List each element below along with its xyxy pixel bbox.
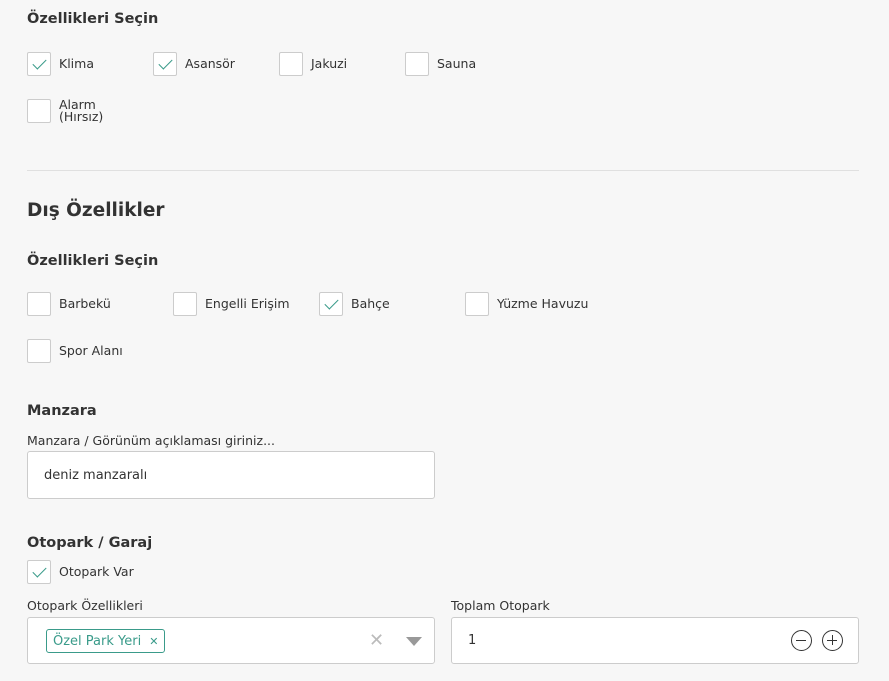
- selected-tag[interactable]: Özel Park Yeri ✕: [46, 629, 166, 653]
- label-line: (Hırsız): [59, 108, 104, 124]
- checkbox-label: Jakuzi: [311, 56, 348, 71]
- checkbox-box[interactable]: [27, 339, 51, 363]
- checkbox-box[interactable]: [279, 52, 303, 76]
- checkbox-yuzme-havuzu[interactable]: Yüzme Havuzu: [465, 292, 588, 316]
- checkbox-jakuzi[interactable]: Jakuzi: [279, 52, 347, 76]
- clear-icon[interactable]: ✕: [369, 631, 384, 651]
- checkbox-alarm[interactable]: Alarm (Hırsız): [27, 98, 103, 124]
- view-field-label: Manzara / Görünüm açıklaması giriniz...: [27, 433, 276, 448]
- view-input-value: deniz manzaralı: [44, 468, 148, 483]
- checkbox-engelli-erisim[interactable]: Engelli Erişim: [173, 292, 290, 316]
- checkbox-label: Spor Alanı: [59, 343, 123, 358]
- tag-label: Özel Park Yeri: [53, 633, 142, 649]
- exterior-title: Dış Özellikler: [27, 200, 165, 221]
- checkbox-box[interactable]: [27, 52, 51, 76]
- checkbox-box[interactable]: [27, 292, 51, 316]
- chevron-down-icon[interactable]: [406, 637, 422, 646]
- checkbox-box[interactable]: [405, 52, 429, 76]
- parking-total-value: 1: [468, 633, 477, 648]
- checkbox-label: Engelli Erişim: [205, 296, 290, 311]
- checkbox-box[interactable]: [27, 99, 51, 123]
- parking-total-label: Toplam Otopark: [451, 598, 550, 613]
- view-title: Manzara: [27, 403, 97, 419]
- checkbox-label: Barbekü: [59, 296, 111, 311]
- close-icon[interactable]: ✕: [149, 635, 158, 648]
- checkbox-box[interactable]: [465, 292, 489, 316]
- checkbox-label: Otopark Var: [59, 564, 134, 579]
- parking-features-select[interactable]: Özel Park Yeri ✕ ✕: [27, 617, 435, 664]
- checkbox-klima[interactable]: Klima: [27, 52, 94, 76]
- checkbox-box[interactable]: [153, 52, 177, 76]
- checkbox-label: Alarm (Hırsız): [59, 98, 104, 124]
- checkbox-otopark-var[interactable]: Otopark Var: [27, 560, 134, 584]
- minus-circle-icon[interactable]: [791, 630, 812, 651]
- checkbox-label: Asansör: [185, 56, 235, 71]
- checkbox-label: Yüzme Havuzu: [497, 296, 589, 311]
- checkbox-label: Bahçe: [351, 296, 390, 311]
- interior-section-title: Özellikleri Seçin: [27, 11, 159, 27]
- parking-total-stepper[interactable]: 1: [451, 617, 859, 664]
- checkbox-bahce[interactable]: Bahçe: [319, 292, 390, 316]
- checkbox-box[interactable]: [27, 560, 51, 584]
- view-input[interactable]: deniz manzaralı: [27, 451, 435, 499]
- checkbox-box[interactable]: [173, 292, 197, 316]
- parking-features-label: Otopark Özellikleri: [27, 598, 143, 613]
- plus-circle-icon[interactable]: [822, 630, 843, 651]
- checkbox-label: Sauna: [437, 56, 477, 71]
- checkbox-box[interactable]: [319, 292, 343, 316]
- checkbox-label: Klima: [59, 56, 94, 71]
- checkbox-spor-alani[interactable]: Spor Alanı: [27, 339, 123, 363]
- checkbox-asansor[interactable]: Asansör: [153, 52, 235, 76]
- section-divider: [27, 170, 859, 171]
- checkbox-sauna[interactable]: Sauna: [405, 52, 476, 76]
- parking-title: Otopark / Garaj: [27, 535, 153, 551]
- exterior-section-title: Özellikleri Seçin: [27, 253, 159, 269]
- checkbox-barbeku[interactable]: Barbekü: [27, 292, 111, 316]
